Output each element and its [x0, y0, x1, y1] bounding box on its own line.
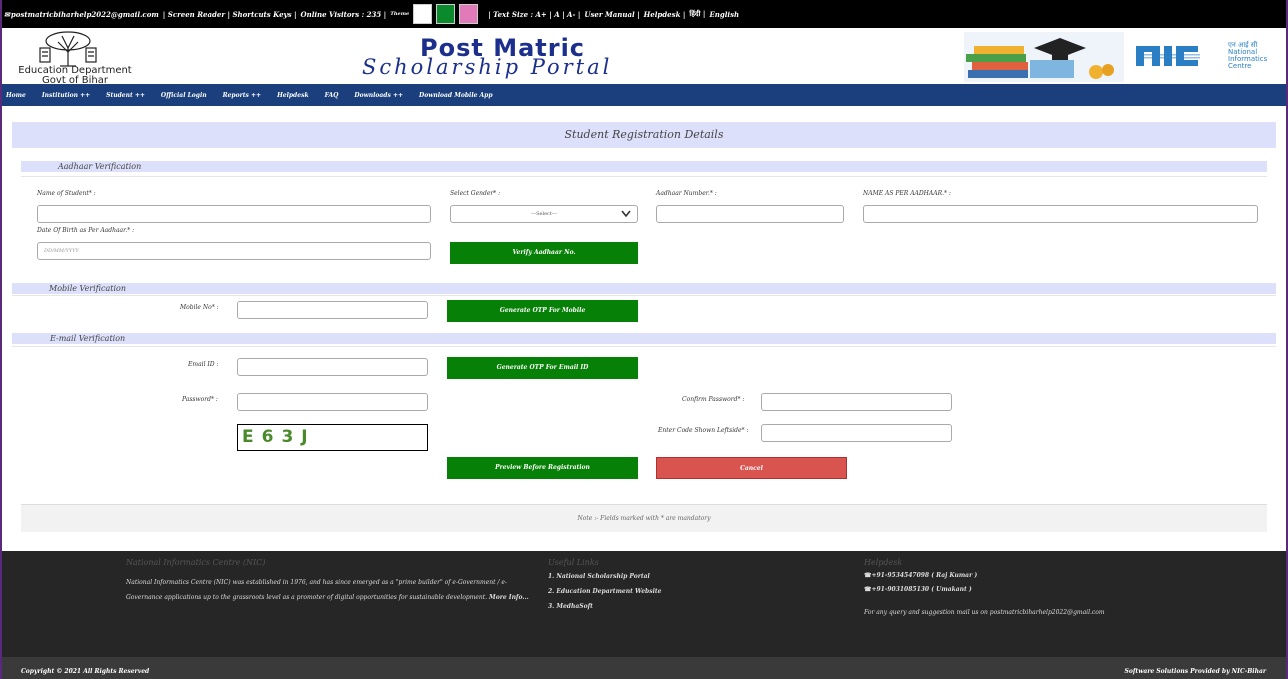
dob-label: Date Of Birth as Per Aadhaar.* : [37, 227, 135, 234]
email-input[interactable] [237, 358, 428, 376]
mobile-label: Mobile No* : [180, 304, 219, 311]
nav-reports[interactable]: Reports ++ [223, 92, 261, 99]
nav-helpdesk[interactable]: Helpdesk [277, 92, 309, 99]
books-graduation-cap-icon [964, 32, 1124, 82]
form-title: Student Registration Details [12, 122, 1276, 148]
mandatory-note: Note :- Fields marked with * are mandato… [21, 504, 1267, 532]
mail-icon: ✉ [4, 9, 10, 19]
english-link[interactable]: English [709, 10, 739, 19]
hindi-link[interactable]: हिंदी | [689, 9, 705, 19]
password-label: Password* : [182, 396, 218, 403]
theme-pink-swatch[interactable] [459, 4, 479, 24]
aadhaar-section-header: Aadhaar Verification [21, 161, 1267, 172]
name-as-per-aadhaar-input[interactable] [863, 205, 1258, 223]
footer: National Informatics Centre (NIC) Nation… [2, 551, 1286, 657]
password-input[interactable] [237, 393, 428, 411]
helpdesk-link[interactable]: Helpdesk | [644, 10, 686, 19]
nav-institution[interactable]: Institution ++ [42, 92, 90, 99]
bottom-bar: Copyright © 2021 All Rights Reserved Sof… [2, 657, 1286, 679]
nic-sub3: Centre [1228, 62, 1252, 70]
captcha-code-input[interactable] [761, 424, 952, 442]
verify-aadhaar-button[interactable]: Verify Aadhaar No. [450, 242, 638, 264]
aadhaar-number-input[interactable] [656, 205, 844, 223]
footer-nic-heading: National Informatics Centre (NIC) [126, 558, 266, 567]
nav-download-mobile-app[interactable]: Download Mobile App [419, 92, 493, 99]
name-aadhaar-label: NAME AS PER AADHAAR.* : [863, 190, 951, 197]
aadhaar-section-divider [21, 176, 1267, 177]
nic-logo: एन आई सी National Informatics Centre [1136, 41, 1284, 70]
cancel-button[interactable]: Cancel [656, 457, 847, 479]
theme-label: Theme [390, 11, 410, 17]
captcha-code-label: Enter Code Shown Leftside* : [658, 427, 749, 434]
nav-student[interactable]: Student ++ [106, 92, 145, 99]
email-label: Email ID : [188, 361, 219, 368]
name-label: Name of Student* : [37, 190, 96, 197]
helpdesk-phone-2: ☎+91-9031085130 ( Umakant ) [864, 586, 972, 593]
dob-input[interactable]: DD/MM/YYYY [37, 242, 431, 260]
footer-nic-paragraph: National Informatics Centre (NIC) was es… [126, 575, 536, 605]
more-info-link[interactable]: More Info... [489, 594, 529, 601]
query-text: For any query and suggestion mail us on … [864, 609, 1105, 616]
student-name-input[interactable] [37, 205, 431, 223]
department-name: Education Department Govt of Bihar [10, 66, 140, 86]
helpdesk-heading: Helpdesk [864, 558, 903, 567]
gender-select[interactable]: ---Select--- [450, 205, 638, 223]
mobile-input[interactable] [237, 301, 428, 319]
top-bar: ✉ postmatricbiharhelp2022@gmail.com | Sc… [2, 0, 1286, 28]
captcha-image: E63J [237, 424, 428, 451]
main-nav: Home Institution ++ Student ++ Official … [2, 84, 1286, 106]
nav-downloads[interactable]: Downloads ++ [354, 92, 403, 99]
copyright: Copyright © 2021 All Rights Reserved [21, 668, 150, 675]
generate-otp-mobile-button[interactable]: Generate OTP For Mobile [447, 300, 638, 322]
link-medhasoft[interactable]: 3. MedhaSoft [548, 603, 593, 610]
nav-official-login[interactable]: Official Login [161, 92, 207, 99]
theme-white-swatch[interactable] [413, 4, 433, 24]
gender-label: Select Gender* : [450, 190, 501, 197]
mobile-section-divider [12, 295, 1276, 296]
header: Education Department Govt of Bihar Post … [2, 28, 1286, 86]
bodhi-tree-emblem-icon [39, 31, 97, 67]
provided-by: Software Solutions Provided by NIC-Bihar [1124, 668, 1267, 675]
gender-select-value: ---Select--- [531, 211, 557, 217]
chevron-down-icon [621, 210, 631, 218]
preview-registration-button[interactable]: Preview Before Registration [447, 457, 638, 479]
helpdesk-query-text: For any query and suggestion mail us on … [864, 605, 1105, 620]
useful-links-heading: Useful Links [548, 558, 599, 567]
theme-green-swatch[interactable] [436, 4, 456, 24]
link-education-department[interactable]: 2. Education Department Website [548, 588, 661, 595]
phone-2-text: +91-9031085130 ( Umakant ) [871, 586, 972, 593]
link-national-scholarship-portal[interactable]: 1. National Scholarship Portal [548, 573, 650, 580]
confirm-password-input[interactable] [761, 393, 952, 411]
phone-1-text: +91-9534547098 ( Raj Kumar ) [871, 572, 978, 579]
generate-otp-email-button[interactable]: Generate OTP For Email ID [447, 357, 638, 379]
nav-home[interactable]: Home [6, 92, 26, 99]
footer-nic-text: National Informatics Centre (NIC) was es… [126, 579, 507, 601]
confirm-password-label: Confirm Password* : [682, 396, 745, 403]
user-manual-link[interactable]: User Manual | [584, 10, 639, 19]
nav-faq[interactable]: FAQ [325, 92, 339, 99]
mobile-section-header: Mobile Verification [12, 283, 1276, 294]
portal-title-line2: Scholarship Portal [362, 55, 613, 79]
email-section-divider [12, 346, 1276, 347]
text-size-controls[interactable]: | Text Size : A+ | A | A- | [488, 10, 580, 19]
helpline-email[interactable]: postmatricbiharhelp2022@gmail.com [11, 10, 159, 19]
aadhaar-label: Aadhaar Number.* : [656, 190, 717, 197]
screen-reader-link[interactable]: | Screen Reader | Shortcuts Keys | [163, 10, 297, 19]
helpdesk-phone-1: ☎+91-9534547098 ( Raj Kumar ) [864, 572, 977, 579]
online-visitors: Online Visitors : 235 | [300, 9, 387, 19]
email-section-header: E-mail Verification [12, 333, 1276, 344]
